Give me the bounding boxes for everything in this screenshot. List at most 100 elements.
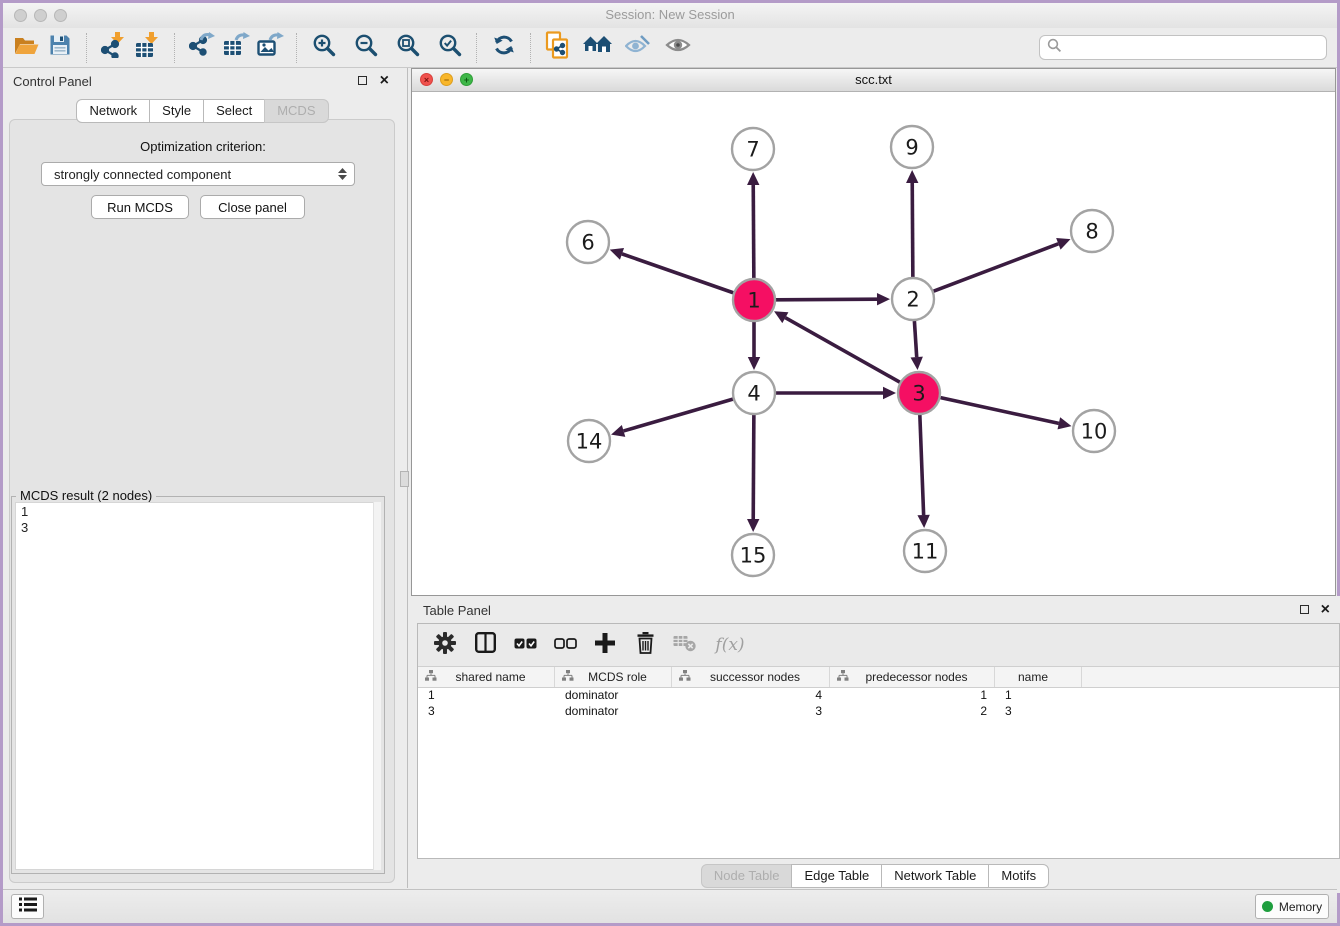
tab-network-table[interactable]: Network Table <box>881 864 989 888</box>
task-history-button[interactable] <box>11 894 44 919</box>
table-cell[interactable]: 1 <box>995 687 1082 703</box>
mcds-result-text[interactable]: 1 3 <box>15 502 381 870</box>
table-cell[interactable]: dominator <box>555 687 672 703</box>
graph-edge-3-11[interactable] <box>920 415 924 515</box>
graph-edge-arrow <box>747 172 759 185</box>
memory-button[interactable]: Memory <box>1255 894 1329 919</box>
close-panel-button[interactable]: Close panel <box>200 195 305 219</box>
tab-motifs[interactable]: Motifs <box>988 864 1049 888</box>
open-session-button[interactable] <box>9 32 43 64</box>
neighbors-button[interactable] <box>581 32 615 64</box>
graph-edge-2-9[interactable] <box>912 183 913 277</box>
graph-edge-1-7[interactable] <box>753 185 754 278</box>
select-all-button[interactable] <box>512 632 538 658</box>
column-header-label: MCDS role <box>574 670 671 684</box>
function-builder-button[interactable]: f(x) <box>712 632 748 658</box>
criterion-dropdown[interactable]: strongly connected component <box>41 162 355 186</box>
search-input[interactable] <box>1039 35 1327 60</box>
column-header-name[interactable]: name <box>995 667 1082 687</box>
graph-node-1[interactable]: 1 <box>733 279 775 321</box>
graph-node-7[interactable]: 7 <box>732 128 774 170</box>
import-table-button[interactable] <box>131 32 165 64</box>
deselect-all-button[interactable] <box>552 632 578 658</box>
clone-network-button[interactable] <box>541 32 575 64</box>
table-row[interactable]: 1dominator411 <box>418 687 1339 703</box>
graph-node-6[interactable]: 6 <box>567 221 609 263</box>
result-scrollbar[interactable] <box>373 502 381 870</box>
table-cell[interactable]: 1 <box>418 687 555 703</box>
table-cell[interactable]: 3 <box>418 703 555 719</box>
control-panel-close-icon[interactable]: × <box>380 75 389 87</box>
table-cell[interactable]: 3 <box>995 703 1082 719</box>
export-network-button[interactable] <box>185 32 219 64</box>
tab-style[interactable]: Style <box>149 99 204 123</box>
control-panel-float-icon[interactable] <box>358 76 367 85</box>
table-settings-button[interactable] <box>432 632 458 658</box>
column-header-shared-name[interactable]: shared name <box>418 667 555 687</box>
graph-node-14[interactable]: 14 <box>568 420 610 462</box>
memory-label: Memory <box>1279 900 1322 914</box>
search-icon <box>1047 38 1062 58</box>
add-column-button[interactable] <box>592 632 618 658</box>
graph-edge-3-1[interactable] <box>785 318 899 383</box>
tab-network[interactable]: Network <box>76 99 150 123</box>
graph-node-15[interactable]: 15 <box>732 534 774 576</box>
delete-table-button[interactable] <box>672 632 698 658</box>
tab-edge-table[interactable]: Edge Table <box>791 864 882 888</box>
delete-column-button[interactable] <box>632 632 658 658</box>
tab-select[interactable]: Select <box>203 99 265 123</box>
graph-edge-1-6[interactable] <box>622 254 733 293</box>
table-cell[interactable]: 3 <box>672 703 830 719</box>
delete-table-icon <box>673 634 697 657</box>
graph-node-2[interactable]: 2 <box>892 278 934 320</box>
network-window-title: scc.txt <box>412 72 1335 87</box>
table-cell[interactable]: 4 <box>672 687 830 703</box>
graph-node-9[interactable]: 9 <box>891 126 933 168</box>
graph-edge-arrow <box>917 515 929 528</box>
graph-edge-2-8[interactable] <box>934 244 1059 291</box>
tab-mcds[interactable]: MCDS <box>264 99 328 123</box>
zoom-out-button[interactable] <box>349 32 383 64</box>
zoom-fit-button[interactable] <box>391 32 425 64</box>
save-session-button[interactable] <box>43 32 77 64</box>
table-panel-close-icon[interactable]: × <box>1321 604 1330 616</box>
table-row[interactable]: 3dominator323 <box>418 703 1339 719</box>
svg-text:15: 15 <box>740 544 767 568</box>
table-panel-float-icon[interactable] <box>1300 605 1309 614</box>
trash-icon <box>636 632 655 659</box>
import-network-button[interactable] <box>97 32 131 64</box>
zoom-in-button[interactable] <box>307 32 341 64</box>
graph-edge-1-2[interactable] <box>776 299 877 300</box>
table-cell[interactable]: 1 <box>830 687 995 703</box>
refresh-button[interactable] <box>487 32 521 64</box>
graph-node-11[interactable]: 11 <box>904 530 946 572</box>
graph-node-4[interactable]: 4 <box>733 372 775 414</box>
export-table-button[interactable] <box>219 32 253 64</box>
network-canvas[interactable]: 7 9 6 8 1 2 4 3 14 10 15 11 <box>412 91 1335 595</box>
graph-node-8[interactable]: 8 <box>1071 210 1113 252</box>
toolbar-separator <box>476 33 478 63</box>
tab-node-table[interactable]: Node Table <box>701 864 793 888</box>
table-columns-button[interactable] <box>472 632 498 658</box>
graph-edge-4-15[interactable] <box>753 415 754 519</box>
control-panel-title: Control Panel <box>13 74 92 89</box>
table-cell[interactable]: 2 <box>830 703 995 719</box>
graph-node-3[interactable]: 3 <box>898 372 940 414</box>
graph-edge-3-10[interactable] <box>940 398 1058 424</box>
window-titlebar: Session: New Session <box>3 3 1337 29</box>
graph-edge-2-3[interactable] <box>914 321 916 357</box>
table-cell[interactable]: dominator <box>555 703 672 719</box>
show-annotations-button[interactable] <box>661 32 695 64</box>
column-header-MCDS-role[interactable]: MCDS role <box>555 667 672 687</box>
hide-annotations-button[interactable] <box>621 32 655 64</box>
graph-edge-4-14[interactable] <box>624 399 733 431</box>
column-header-predecessor-nodes[interactable]: predecessor nodes <box>830 667 995 687</box>
zoom-selected-button[interactable] <box>433 32 467 64</box>
control-panel: Control Panel × NetworkStyleSelectMCDS O… <box>3 68 403 888</box>
run-mcds-button[interactable]: Run MCDS <box>91 195 189 219</box>
vertical-splitter-handle[interactable] <box>400 471 409 487</box>
column-header-successor-nodes[interactable]: successor nodes <box>672 667 830 687</box>
status-bar: Memory <box>3 889 1337 923</box>
graph-node-10[interactable]: 10 <box>1073 410 1115 452</box>
export-image-button[interactable] <box>253 32 287 64</box>
